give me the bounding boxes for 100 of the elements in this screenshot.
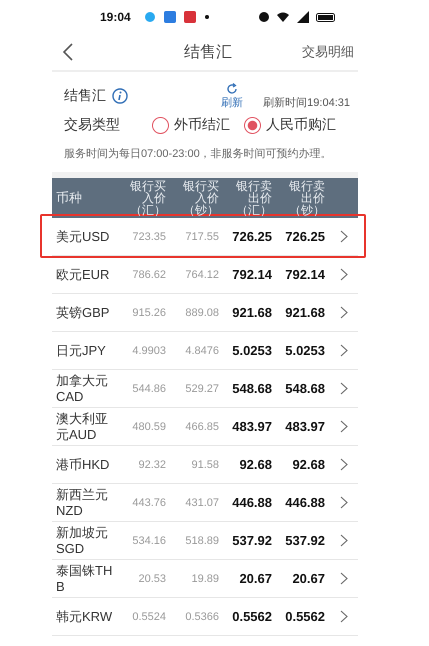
- chevron-icon: [340, 572, 348, 585]
- rate-cell-text: 92.68: [291, 457, 325, 472]
- currency-row[interactable]: 港币HKD 92.32 91.58 92.68 92.68: [52, 446, 358, 484]
- rate-cell-text: 0.5524: [131, 610, 166, 622]
- rate-cell-text: 91.58: [190, 458, 219, 470]
- refresh-button[interactable]: 刷新: [221, 83, 244, 110]
- currency-row[interactable]: 英镑GBP 915.26 889.08 921.68 921.68: [52, 294, 358, 332]
- section-label: 结售汇: [64, 87, 106, 105]
- rate-cell-text: 4.9903: [131, 344, 166, 356]
- currency-row[interactable]: 新西兰元NZD 443.76 431.07 446.88 446.88: [52, 484, 358, 522]
- rate-cell-text: 548.68: [284, 381, 325, 396]
- rate-cell-text: 446.88: [284, 495, 325, 510]
- rate-cell-text: 0.5366: [184, 610, 219, 622]
- rate-cell-text: 0.5562: [231, 609, 272, 624]
- rate-cell-text: 518.89: [184, 534, 219, 546]
- column-header: 银行卖出价（钞）: [288, 180, 325, 216]
- rate-cell-text: 792.14: [231, 267, 272, 282]
- rate-cell-text: 764.12: [184, 268, 219, 280]
- app-icon: [162, 11, 177, 23]
- chevron-icon: [340, 496, 348, 509]
- chevron-icon: [340, 382, 348, 395]
- status-time: 19:04: [100, 10, 131, 24]
- rate-cell-text: 19.89: [190, 572, 219, 584]
- refresh-icon: [226, 83, 238, 95]
- currency-name: 加拿大元CAD: [55, 372, 109, 404]
- column-header: 银行买入价（钞）: [182, 180, 219, 216]
- page-title: 结售汇: [183, 42, 233, 62]
- currency-row[interactable]: 韩元KRW 0.5524 0.5366 0.5562 0.5562: [52, 598, 358, 636]
- signal-icon: [296, 11, 310, 23]
- rate-cell-text: 92.68: [238, 457, 272, 472]
- rate-cell-text: 483.97: [231, 419, 272, 434]
- rate-cell-text: 717.55: [184, 230, 219, 242]
- rate-cell-text: 4.8476: [184, 344, 219, 356]
- wifi-icon: [276, 11, 290, 23]
- rate-cell-text: 431.07: [184, 496, 219, 508]
- back-icon[interactable]: [62, 43, 74, 61]
- rate-cell-text: 889.08: [184, 306, 219, 318]
- rate-cell-text: 5.0253: [231, 343, 272, 358]
- rate-cell-text: 921.68: [284, 305, 325, 320]
- rate-cell-text: 544.86: [131, 382, 166, 394]
- trade-type-label: 交易类型: [64, 116, 121, 134]
- rate-cell-text: 483.97: [284, 419, 325, 434]
- currency-row[interactable]: 新加坡元SGD 534.16 518.89 537.92 537.92: [52, 522, 358, 560]
- radio-option[interactable]: 外币结汇: [152, 116, 230, 134]
- app-icon: [182, 11, 197, 23]
- rate-cell-text: 20.67: [238, 571, 272, 586]
- currency-name: 泰国铢THB: [55, 562, 114, 594]
- rate-cell-text: 537.92: [284, 533, 325, 548]
- currency-row[interactable]: 欧元EUR 786.62 764.12 792.14 792.14: [52, 256, 358, 294]
- currency-name: 美元USD: [55, 228, 110, 244]
- currency-name: 澳大利亚元AUD: [55, 410, 109, 442]
- rate-cell-text: 443.76: [131, 496, 166, 508]
- currency-row[interactable]: 澳大利亚元AUD 480.59 466.85 483.97 483.97: [52, 408, 358, 446]
- currency-name: 港币HKD: [55, 456, 110, 472]
- rate-cell-text: 921.68: [231, 305, 272, 320]
- chevron-icon: [340, 534, 348, 547]
- service-notice: 服务时间为每日07:00-23:00，非服务时间可预约办理。: [63, 147, 333, 162]
- radio-option[interactable]: 人民币购汇: [244, 116, 336, 134]
- rate-cell-text: 20.67: [291, 571, 325, 586]
- currency-name: 欧元EUR: [55, 266, 110, 282]
- chevron-icon: [340, 306, 348, 319]
- chevron-icon: [340, 420, 348, 433]
- rate-cell-text: 20.53: [137, 572, 166, 584]
- currency-row[interactable]: 加拿大元CAD 544.86 529.27 548.68 548.68: [52, 370, 358, 408]
- column-header: 银行卖出价（汇）: [235, 180, 272, 216]
- currency-row[interactable]: 美元USD 723.35 717.55 726.25 726.25: [52, 218, 358, 256]
- rate-cell-text: 548.68: [231, 381, 272, 396]
- currency-name: 英镑GBP: [55, 304, 110, 320]
- chevron-icon: [340, 610, 348, 623]
- rate-cell-text: 480.59: [131, 420, 166, 432]
- rate-cell-text: 726.25: [284, 229, 325, 244]
- rate-cell-text: 446.88: [231, 495, 272, 510]
- currency-row[interactable]: 泰国铢THB 20.53 19.89 20.67 20.67: [52, 560, 358, 598]
- rate-cell-text: 786.62: [131, 268, 166, 280]
- chevron-icon: [340, 344, 348, 357]
- rate-cell-text: 723.35: [131, 230, 166, 242]
- currency-row[interactable]: 日元JPY 4.9903 4.8476 5.0253 5.0253: [52, 332, 358, 370]
- info-icon[interactable]: [112, 88, 128, 104]
- rate-cell-text: 534.16: [131, 534, 166, 546]
- currency-name: 新加坡元SGD: [55, 524, 109, 556]
- column-header: 币种: [55, 192, 82, 204]
- rate-cell-text: 529.27: [184, 382, 219, 394]
- rate-cell-text: 0.5562: [284, 609, 325, 624]
- rate-cell-text: 5.0253: [284, 343, 325, 358]
- chevron-icon: [340, 230, 348, 243]
- currency-name: 韩元KRW: [55, 608, 114, 624]
- rate-cell-text: 915.26: [131, 306, 166, 318]
- rate-cell-text: 792.14: [284, 267, 325, 282]
- rate-cell-text: 726.25: [231, 229, 272, 244]
- column-header: 银行买入价（汇）: [129, 180, 166, 216]
- transaction-details-link[interactable]: 交易明细: [302, 43, 354, 61]
- currency-name: 日元JPY: [55, 342, 107, 358]
- rate-cell-text: 537.92: [231, 533, 272, 548]
- chevron-icon: [340, 268, 348, 281]
- currency-name: 新西兰元NZD: [55, 486, 109, 518]
- refresh-time: 刷新时间19:04:31: [263, 96, 350, 110]
- rate-cell-text: 92.32: [137, 458, 166, 470]
- rate-cell-text: 466.85: [184, 420, 219, 432]
- battery-icon: [316, 11, 336, 23]
- chevron-icon: [340, 458, 348, 471]
